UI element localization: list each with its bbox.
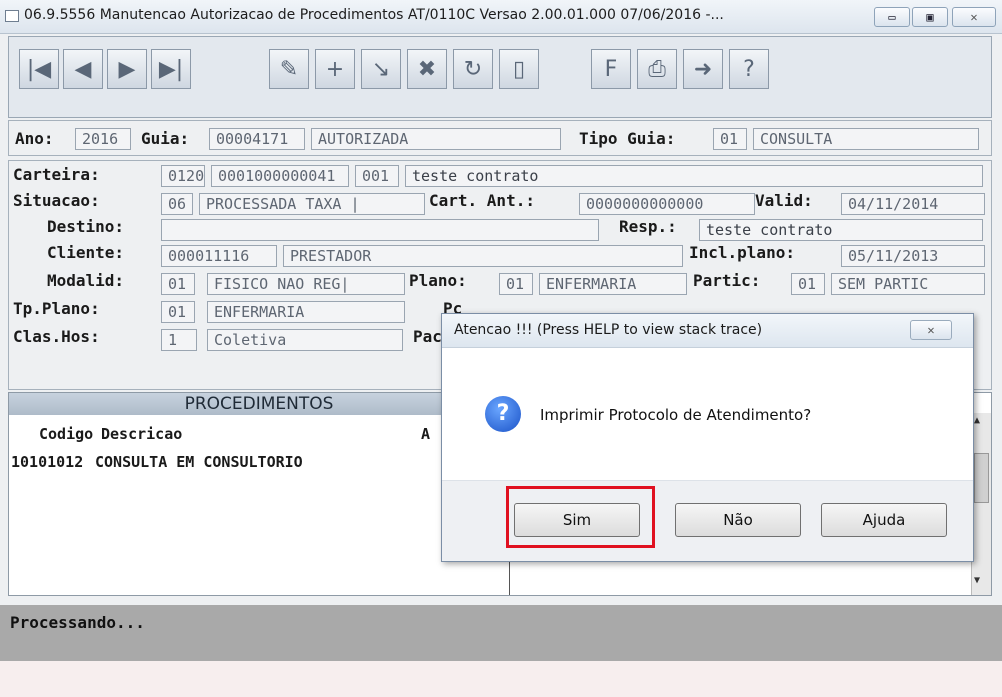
col-extra-header[interactable]: A xyxy=(421,425,430,443)
grid-scrollbar[interactable]: ▲ ▼ xyxy=(971,413,991,595)
dialog-close-icon[interactable]: ✕ xyxy=(910,320,952,340)
plano-label: Plano: xyxy=(409,271,467,290)
tp-plano-label: Tp.Plano: xyxy=(13,299,100,318)
carteira-field-2[interactable]: 0001000000041 xyxy=(211,165,349,187)
modalid-label: Modalid: xyxy=(47,271,125,290)
tipo-guia-desc-field: CONSULTA xyxy=(753,128,979,150)
pac-label: Pac xyxy=(413,327,442,346)
ano-field[interactable]: 2016 xyxy=(75,128,131,150)
resp-label: Resp.: xyxy=(619,217,677,236)
tipo-guia-code-field[interactable]: 01 xyxy=(713,128,747,150)
close-icon[interactable]: ✕ xyxy=(952,7,996,27)
incl-plano-label: Incl.plano: xyxy=(689,243,795,262)
ano-label: Ano: xyxy=(15,129,54,148)
tp-plano-desc-field: ENFERMARIA xyxy=(207,301,405,323)
refresh-icon[interactable]: ↻ xyxy=(453,49,493,89)
valid-field[interactable]: 04/11/2014 xyxy=(841,193,985,215)
guia-label: Guia: xyxy=(141,129,190,148)
table-row[interactable]: 10101012 CONSULTA EM CONSULTORIO xyxy=(9,451,489,473)
plano-code-field[interactable]: 01 xyxy=(499,273,533,295)
edit-icon[interactable]: ✎ xyxy=(269,49,309,89)
carteira-label: Carteira: xyxy=(13,165,100,184)
question-icon: ? xyxy=(485,396,521,432)
title-bar: 06.9.5556 Manutencao Autorizacao de Proc… xyxy=(0,0,1002,34)
first-record-icon[interactable]: |◀ xyxy=(19,49,59,89)
row-codigo: 10101012 xyxy=(11,453,84,471)
dialog-title-bar: Atencao !!! (Press HELP to view stack tr… xyxy=(442,314,973,348)
clas-hos-desc-field: Coletiva xyxy=(207,329,403,351)
valid-label: Valid: xyxy=(755,191,813,210)
carteira-field-3[interactable]: 001 xyxy=(355,165,399,187)
exit-door-icon[interactable]: ▯ xyxy=(499,49,539,89)
cliente-label: Cliente: xyxy=(47,243,125,262)
cart-ant-field[interactable]: 0000000000000 xyxy=(579,193,755,215)
procedimentos-title: PROCEDIMENTOS xyxy=(9,393,509,415)
add-icon[interactable]: + xyxy=(315,49,355,89)
last-record-icon[interactable]: ▶| xyxy=(151,49,191,89)
scroll-down-icon[interactable]: ▼ xyxy=(974,575,980,586)
clas-hos-code-field[interactable]: 1 xyxy=(161,329,197,351)
carteira-name-field: teste contrato xyxy=(405,165,983,187)
dialog-title: Atencao !!! (Press HELP to view stack tr… xyxy=(454,322,763,338)
nao-button[interactable]: Não xyxy=(675,503,801,537)
guia-status-field: AUTORIZADA xyxy=(311,128,561,150)
delete-icon[interactable]: ✖ xyxy=(407,49,447,89)
status-bar: Processando... xyxy=(0,605,1002,661)
cliente-desc-field: PRESTADOR xyxy=(283,245,683,267)
row-descricao: CONSULTA EM CONSULTORIO xyxy=(95,453,303,471)
col-codigo-header[interactable]: Codigo xyxy=(39,425,93,443)
cliente-code-field[interactable]: 000011116 xyxy=(161,245,277,267)
scroll-thumb[interactable] xyxy=(974,453,989,503)
partic-label: Partic: xyxy=(693,271,761,290)
next-record-icon[interactable]: ▶ xyxy=(107,49,147,89)
previous-record-icon[interactable]: ◀ xyxy=(63,49,103,89)
destino-field[interactable] xyxy=(161,219,599,241)
cart-ant-label: Cart. Ant.: xyxy=(429,191,535,210)
header-row: Ano: 2016 Guia: 00004171 AUTORIZADA Tipo… xyxy=(8,120,992,156)
help-icon[interactable]: ? xyxy=(729,49,769,89)
partic-code-field[interactable]: 01 xyxy=(791,273,825,295)
resp-field[interactable]: teste contrato xyxy=(699,219,983,241)
export-icon[interactable]: ➜ xyxy=(683,49,723,89)
highlight-box xyxy=(506,486,655,548)
modalid-code-field[interactable]: 01 xyxy=(161,273,195,295)
guia-field[interactable]: 00004171 xyxy=(209,128,305,150)
carteira-field-1[interactable]: 0120 xyxy=(161,165,205,187)
col-descricao-header[interactable]: Descricao xyxy=(101,425,182,443)
situacao-code-field[interactable]: 06 xyxy=(161,193,193,215)
scroll-up-icon[interactable]: ▲ xyxy=(974,415,980,426)
maximize-icon[interactable]: ▣ xyxy=(912,7,948,27)
clas-hos-label: Clas.Hos: xyxy=(13,327,100,346)
incl-plano-field[interactable]: 05/11/2013 xyxy=(841,245,985,267)
modalid-desc-field: FISICO NAO REG| xyxy=(207,273,405,295)
partic-desc-field: SEM PARTIC xyxy=(831,273,985,295)
print-icon[interactable]: ⎙ xyxy=(637,49,677,89)
destino-label: Destino: xyxy=(47,217,125,236)
tipo-guia-label: Tipo Guia: xyxy=(579,129,676,148)
app-icon xyxy=(5,10,19,22)
status-text: Processando... xyxy=(10,613,145,632)
situacao-label: Situacao: xyxy=(13,191,100,210)
window-title: 06.9.5556 Manutencao Autorizacao de Proc… xyxy=(24,7,724,23)
plano-desc-field: ENFERMARIA xyxy=(539,273,687,295)
tp-plano-code-field[interactable]: 01 xyxy=(161,301,195,323)
situacao-desc-field: PROCESSADA TAXA | xyxy=(199,193,425,215)
ajuda-button[interactable]: Ajuda xyxy=(821,503,947,537)
minimize-icon[interactable]: ▭ xyxy=(874,7,910,27)
dialog-message: Imprimir Protocolo de Atendimento? xyxy=(540,406,812,424)
toolbar: |◀ ◀ ▶ ▶| ✎ + ↘ ✖ ↻ ▯ F ⎙ ➜? xyxy=(8,36,992,118)
modify-icon[interactable]: ↘ xyxy=(361,49,401,89)
filter-icon[interactable]: F xyxy=(591,49,631,89)
